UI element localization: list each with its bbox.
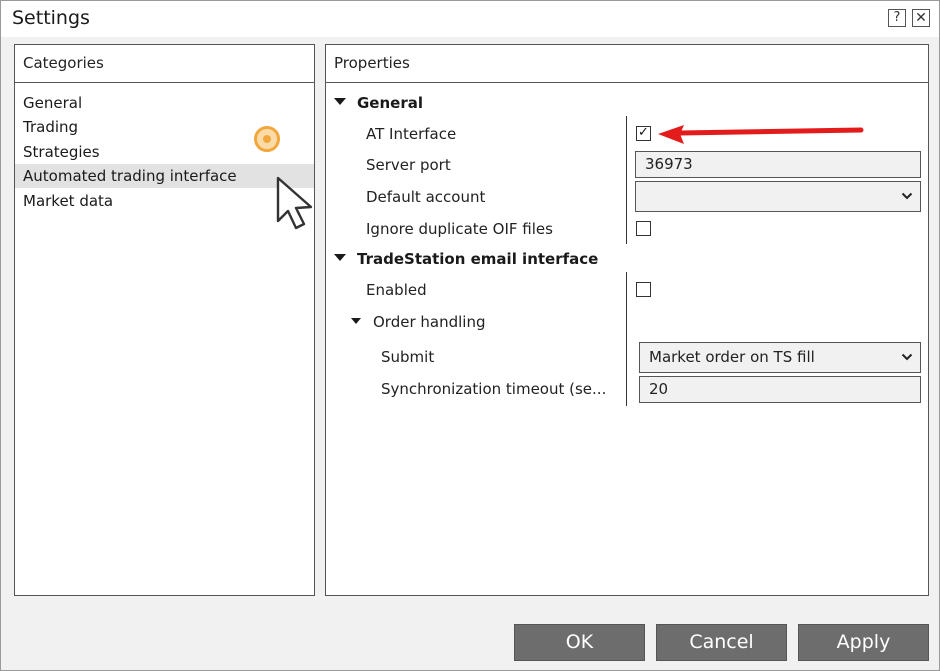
default-account-dropdown[interactable] <box>635 181 921 212</box>
server-port-label: Server port <box>366 156 451 174</box>
collapse-triangle-icon[interactable] <box>334 254 346 261</box>
annotation-arrow-icon <box>658 125 864 144</box>
property-grid-divider <box>626 272 627 406</box>
properties-panel: Properties General AT Interface ✓ Server… <box>325 44 929 596</box>
group-general[interactable]: General <box>334 93 423 113</box>
help-icon[interactable]: ? <box>888 9 906 27</box>
window-title: Settings <box>12 7 90 29</box>
submit-value: Market order on TS fill <box>649 348 815 366</box>
properties-header-label: Properties <box>334 54 410 72</box>
categories-header-label: Categories <box>23 54 104 72</box>
submit-label: Submit <box>381 348 435 366</box>
ok-button[interactable]: OK <box>514 624 645 661</box>
submit-dropdown[interactable]: Market order on TS fill <box>639 342 921 373</box>
chevron-down-icon <box>901 192 913 200</box>
mouse-cursor-icon <box>276 176 313 230</box>
chevron-down-icon <box>901 353 913 361</box>
categories-header: Categories <box>15 45 314 83</box>
enabled-label: Enabled <box>366 281 427 299</box>
at-interface-label: AT Interface <box>366 125 457 143</box>
at-interface-checkbox[interactable]: ✓ <box>636 126 651 141</box>
title-bar: Settings ? ✕ <box>1 1 939 37</box>
enabled-checkbox[interactable] <box>636 282 651 297</box>
properties-header: Properties <box>326 45 928 83</box>
cancel-button[interactable]: Cancel <box>656 624 787 661</box>
sync-timeout-field[interactable]: 20 <box>639 376 921 403</box>
close-icon[interactable]: ✕ <box>912 9 930 27</box>
group-tradestation[interactable]: TradeStation email interface <box>334 249 598 269</box>
settings-dialog: Settings ? ✕ Categories General Trading … <box>0 0 940 671</box>
group-general-title: General <box>357 94 423 112</box>
default-account-label: Default account <box>366 188 486 206</box>
group-tradestation-title: TradeStation email interface <box>357 250 599 268</box>
group-order-handling-title: Order handling <box>373 313 486 331</box>
sync-timeout-label: Synchronization timeout (se... <box>381 380 607 398</box>
apply-button[interactable]: Apply <box>798 624 929 661</box>
property-grid-divider <box>626 116 627 244</box>
group-order-handling[interactable]: Order handling <box>351 312 486 332</box>
ignore-oif-checkbox[interactable] <box>636 221 651 236</box>
category-item-general[interactable]: General <box>15 91 314 115</box>
collapse-triangle-icon[interactable] <box>351 317 361 324</box>
collapse-triangle-icon[interactable] <box>334 98 346 105</box>
server-port-field[interactable]: 36973 <box>635 151 921 178</box>
ignore-oif-label: Ignore duplicate OIF files <box>366 220 553 238</box>
